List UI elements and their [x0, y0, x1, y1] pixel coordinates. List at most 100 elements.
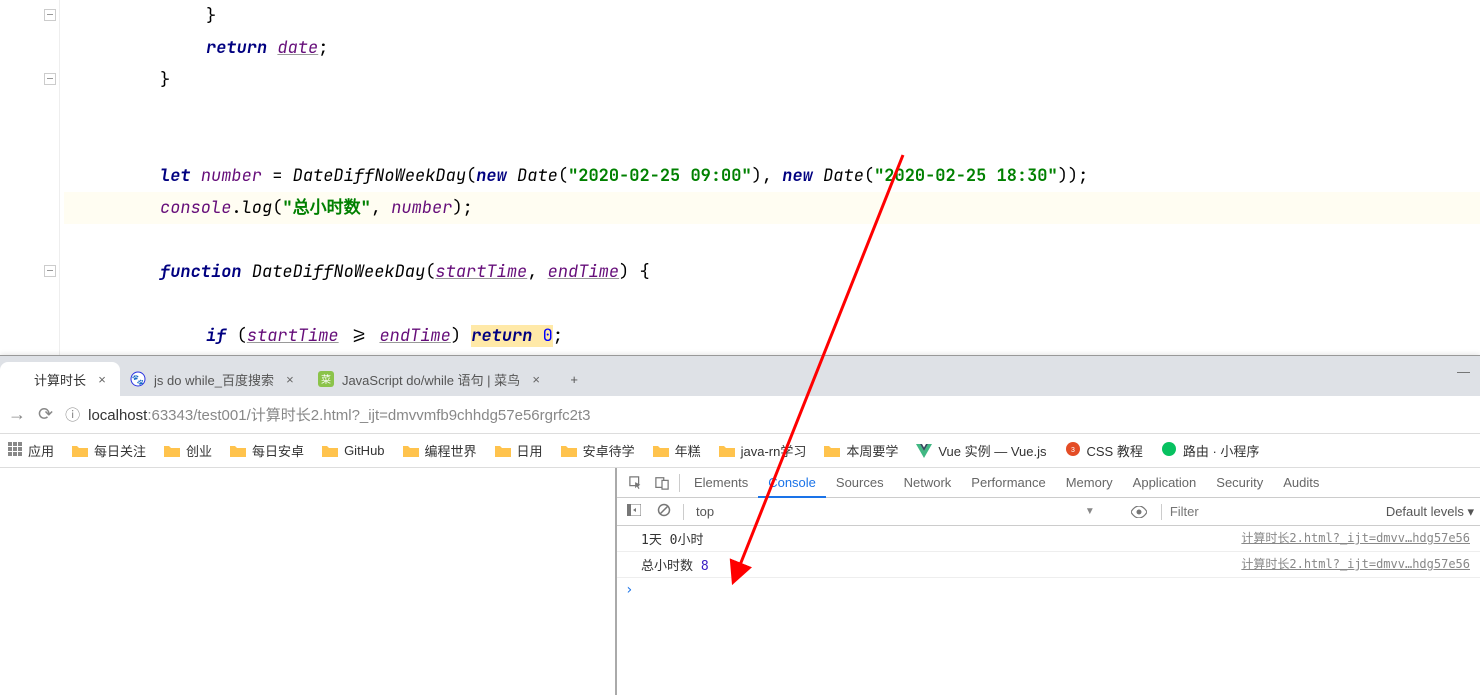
apps-icon	[8, 442, 22, 459]
code-line[interactable]	[64, 96, 1480, 128]
bookmark-item[interactable]: 日用	[495, 441, 543, 460]
devtools-panel: ElementsConsoleSourcesNetworkPerformance…	[615, 468, 1480, 695]
folder-icon	[561, 444, 577, 457]
close-tab-icon[interactable]: ×	[94, 371, 110, 387]
fold-marker-icon[interactable]	[44, 73, 56, 85]
console-filter-bar: top ▼ Default levels ▾	[617, 498, 1480, 526]
close-tab-icon[interactable]: ×	[282, 371, 298, 387]
blank-favicon	[10, 371, 26, 387]
code-line[interactable]: console.log("总小时数", number);	[64, 192, 1480, 224]
fold-marker-icon[interactable]	[44, 9, 56, 21]
browser-tab[interactable]: 计算时长 ×	[0, 362, 120, 396]
bookmark-item[interactable]: 本周要学	[824, 441, 898, 460]
folder-icon	[824, 444, 840, 457]
bookmark-item[interactable]: 安卓待学	[561, 441, 635, 460]
code-line[interactable]	[64, 224, 1480, 256]
bookmark-label: 应用	[28, 441, 54, 460]
bookmarks-bar: 应用 每日关注创业 每日安卓 GitHub 编程世界 日用 安卓待学 年糕 java-rn学习 本…	[0, 434, 1480, 468]
browser-tab[interactable]: 🐾 js do while_百度搜索 ×	[120, 362, 308, 396]
console-source-link[interactable]: 计算时长2.html?_ijt=dmvv…hdg57e56	[1241, 555, 1470, 574]
bookmark-label: GitHub	[344, 443, 384, 458]
code-line[interactable]: return date;	[64, 32, 1480, 64]
bookmark-label: 本周要学	[846, 441, 898, 460]
bookmark-label: 每日安卓	[252, 441, 304, 460]
log-levels-dropdown[interactable]: Default levels ▾	[1386, 504, 1474, 520]
svg-text:🐾: 🐾	[132, 374, 144, 386]
devtools-tab-sources[interactable]: Sources	[826, 468, 894, 498]
baidu-favicon: 🐾	[130, 371, 146, 387]
browser-tab[interactable]: 菜JavaScript do/while 语句 | 菜鸟×	[308, 362, 554, 396]
css-icon: 3	[1065, 441, 1081, 460]
bookmark-label: 年糕	[675, 441, 701, 460]
inspect-icon[interactable]	[623, 476, 649, 490]
live-expression-icon[interactable]	[1131, 506, 1153, 518]
folder-icon	[653, 444, 669, 457]
code-editor[interactable]: }return date;} let number = DateDiffNoWee…	[0, 0, 1480, 355]
minimize-icon[interactable]: —	[1457, 364, 1470, 379]
runoob-favicon: 菜	[318, 371, 334, 387]
bookmark-item[interactable]: 年糕	[653, 441, 701, 460]
svg-text:菜: 菜	[321, 374, 331, 386]
folder-icon	[495, 444, 511, 457]
code-line[interactable]: function DateDiffNoWeekDay(startTime, en…	[64, 256, 1480, 288]
console-sidebar-toggle-icon[interactable]	[623, 504, 645, 519]
tab-title: 计算时长	[34, 370, 86, 389]
browser-window: 计算时长×🐾js do while_百度搜索×菜JavaScript do/wh…	[0, 355, 1480, 695]
forward-button[interactable]: →	[8, 404, 26, 425]
bookmark-item[interactable]: java-rn学习	[719, 441, 807, 460]
bookmark-item[interactable]: 创业	[164, 441, 212, 460]
folder-icon	[322, 444, 338, 457]
devtools-tab-security[interactable]: Security	[1206, 468, 1273, 498]
console-row[interactable]: 1天 0小时计算时长2.html?_ijt=dmvv…hdg57e56	[617, 526, 1480, 552]
code-line[interactable]: }	[64, 0, 1480, 32]
reload-button[interactable]: ⟳	[38, 404, 53, 425]
bookmark-item[interactable]: 3CSS 教程	[1065, 441, 1143, 460]
code-line[interactable]	[64, 128, 1480, 160]
code-body[interactable]: }return date;} let number = DateDiffNoWee…	[64, 0, 1480, 355]
bookmark-label: 路由 · 小程序	[1183, 441, 1260, 460]
bookmark-item[interactable]: 路由 · 小程序	[1161, 441, 1260, 460]
console-output[interactable]: 1天 0小时计算时长2.html?_ijt=dmvv…hdg57e56总小时数 …	[617, 526, 1480, 695]
devtools-tab-memory[interactable]: Memory	[1056, 468, 1123, 498]
filter-input[interactable]	[1170, 504, 1370, 519]
clear-console-icon[interactable]	[653, 503, 675, 520]
devtools-tab-elements[interactable]: Elements	[684, 468, 758, 498]
close-tab-icon[interactable]: ×	[528, 371, 544, 387]
bookmark-item[interactable]: 编程世界	[403, 441, 477, 460]
devtools-tab-network[interactable]: Network	[894, 468, 962, 498]
bookmark-item[interactable]: 每日关注	[72, 441, 146, 460]
code-line[interactable]: if (startTime >= endTime) return 0;	[64, 320, 1480, 352]
bookmark-item[interactable]: Vue 实例 — Vue.js	[916, 441, 1046, 460]
content-split: ElementsConsoleSourcesNetworkPerformance…	[0, 468, 1480, 695]
bookmark-item[interactable]: 应用	[8, 441, 54, 460]
folder-icon	[230, 444, 246, 457]
context-dropdown-icon[interactable]: ▼	[1085, 506, 1095, 517]
bookmark-label: 安卓待学	[583, 441, 635, 460]
tab-title: js do while_百度搜索	[154, 370, 274, 389]
new-tab-button[interactable]: +	[560, 365, 588, 393]
devtools-tab-console[interactable]: Console	[758, 468, 826, 498]
device-toggle-icon[interactable]	[649, 476, 675, 490]
console-prompt[interactable]: ›	[617, 578, 1480, 602]
console-row[interactable]: 总小时数 8 计算时长2.html?_ijt=dmvv…hdg57e56	[617, 552, 1480, 578]
devtools-tab-performance[interactable]: Performance	[961, 468, 1055, 498]
address-bar[interactable]: ⓘ localhost:63343/test001/计算时长2.html?_ij…	[65, 401, 1472, 429]
console-message: 总小时数 8	[641, 555, 709, 574]
bookmark-item[interactable]: 每日安卓	[230, 441, 304, 460]
fold-marker-icon[interactable]	[44, 265, 56, 277]
execution-context[interactable]: top	[692, 504, 718, 519]
code-line[interactable]	[64, 288, 1480, 320]
console-source-link[interactable]: 计算时长2.html?_ijt=dmvv…hdg57e56	[1241, 529, 1470, 548]
bookmark-label: 每日关注	[94, 441, 146, 460]
bookmark-label: 编程世界	[425, 441, 477, 460]
bookmark-label: java-rn学习	[741, 441, 807, 460]
page-content	[0, 468, 615, 695]
devtools-tab-audits[interactable]: Audits	[1273, 468, 1329, 498]
url-text: localhost:63343/test001/计算时长2.html?_ijt=…	[88, 404, 590, 425]
bookmark-item[interactable]: GitHub	[322, 443, 384, 458]
code-line[interactable]: let number = DateDiffNoWeekDay(new Date(…	[64, 160, 1480, 192]
bookmark-label: 日用	[517, 441, 543, 460]
devtools-tab-application[interactable]: Application	[1123, 468, 1207, 498]
site-info-icon[interactable]: ⓘ	[65, 404, 80, 425]
code-line[interactable]: }	[64, 64, 1480, 96]
